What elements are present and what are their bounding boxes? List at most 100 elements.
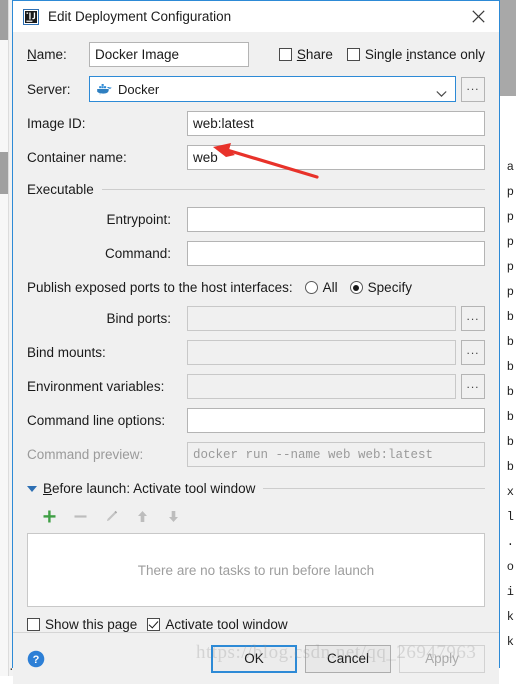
activate-tool-window-checkbox-label: Activate tool window xyxy=(165,617,288,632)
share-checkbox-label: Share xyxy=(296,47,333,62)
dialog-title: Edit Deployment Configuration xyxy=(48,9,232,24)
entrypoint-row: Entrypoint: xyxy=(27,207,485,232)
name-row: Name: Docker Image Share Single instance… xyxy=(27,42,485,67)
share-checkbox[interactable]: Share xyxy=(278,47,333,62)
single-instance-only-checkbox-box xyxy=(346,48,360,61)
backdrop-code-char: p xyxy=(506,210,514,224)
environment-variables-browse-button[interactable]: ... xyxy=(461,374,485,399)
publish-ports-row: Publish exposed ports to the host interf… xyxy=(27,280,485,295)
section-divider xyxy=(101,189,485,190)
single-instance-only-checkbox-label: Single instance only xyxy=(364,47,485,62)
help-icon[interactable]: ? xyxy=(27,650,45,668)
backdrop-code-char: p xyxy=(506,185,514,199)
before-launch-header[interactable]: Before launch: Activate tool window xyxy=(27,481,485,496)
backdrop-code-char: k xyxy=(506,610,514,624)
command-preview-row: Command preview: docker run --name web w… xyxy=(27,442,485,467)
backdrop-code-char: b xyxy=(506,385,514,399)
command-preview-label: Command preview: xyxy=(27,447,144,462)
show-this-page-checkbox-label: Show this page xyxy=(45,617,138,632)
container-name-row: Container name: web xyxy=(27,145,485,170)
server-combobox[interactable]: Docker xyxy=(89,76,456,102)
publish-ports-radio-all[interactable]: All xyxy=(304,280,338,295)
backdrop-code-char: b xyxy=(506,335,514,349)
server-combobox-value: Docker xyxy=(118,81,160,97)
command-input[interactable] xyxy=(187,241,485,266)
backdrop-code-char: p xyxy=(506,285,514,299)
container-name-label: Container name: xyxy=(27,150,127,165)
server-row: Server: Docker ... xyxy=(27,76,485,102)
command-line-options-row: Command line options: xyxy=(27,408,485,433)
container-name-input[interactable]: web xyxy=(187,145,485,170)
section-divider xyxy=(263,488,485,489)
bind-ports-browse-button[interactable]: ... xyxy=(461,306,485,331)
footer-buttons: OK Cancel Apply xyxy=(211,644,485,673)
command-line-options-input[interactable] xyxy=(187,408,485,433)
show-this-page-checkbox-box xyxy=(27,618,40,631)
backdrop-code-char: p xyxy=(506,260,514,274)
server-browse-button[interactable]: ... xyxy=(461,76,485,102)
cancel-button[interactable]: Cancel xyxy=(305,644,391,673)
edit-task-button[interactable] xyxy=(103,508,120,525)
move-down-button[interactable] xyxy=(165,508,182,525)
svg-text:?: ? xyxy=(33,654,40,666)
before-launch-empty-text: There are no tasks to run before launch xyxy=(137,562,375,578)
move-up-button[interactable] xyxy=(134,508,151,525)
backdrop-code-char: b xyxy=(506,360,514,374)
executable-section-title: Executable xyxy=(27,182,94,197)
activate-tool-window-checkbox-box xyxy=(147,618,161,631)
edit-deployment-configuration-dialog: Edit Deployment Configuration Name: Dock… xyxy=(12,0,500,684)
bind-mounts-browse-button[interactable]: ... xyxy=(461,340,485,365)
environment-variables-label: Environment variables: xyxy=(27,379,165,394)
environment-variables-row: Environment variables: ... xyxy=(27,374,485,399)
remove-task-button[interactable] xyxy=(72,508,89,525)
name-input[interactable]: Docker Image xyxy=(89,42,249,67)
bind-mounts-input[interactable] xyxy=(187,340,456,365)
apply-button[interactable]: Apply xyxy=(399,644,485,673)
backdrop-code-char: b xyxy=(506,435,514,449)
environment-variables-input[interactable] xyxy=(187,374,456,399)
backdrop-code-char: o xyxy=(506,560,514,574)
radio-all-box xyxy=(304,281,318,294)
before-launch-task-list[interactable]: There are no tasks to run before launch xyxy=(27,533,485,607)
bottom-checkboxes-row: Show this page Activate tool window xyxy=(27,617,485,632)
intellij-idea-icon xyxy=(23,8,39,25)
executable-section-header: Executable xyxy=(27,182,485,197)
backdrop-code-char: p xyxy=(506,235,514,249)
ok-button[interactable]: OK xyxy=(211,644,297,673)
backdrop-left-chip xyxy=(0,152,8,194)
backdrop-code-char: i xyxy=(506,585,514,599)
collapse-triangle-icon[interactable] xyxy=(27,485,37,492)
share-checkbox-box xyxy=(278,48,292,61)
dialog-titlebar: Edit Deployment Configuration xyxy=(13,1,499,32)
backdrop-code-char: b xyxy=(506,460,514,474)
activate-tool-window-checkbox[interactable]: Activate tool window xyxy=(147,617,288,632)
show-this-page-checkbox[interactable]: Show this page xyxy=(27,617,137,632)
backdrop-code-char: l xyxy=(506,510,514,524)
dialog-body: Name: Docker Image Share Single instance… xyxy=(13,32,499,632)
command-row: Command: xyxy=(27,241,485,266)
entrypoint-input[interactable] xyxy=(187,207,485,232)
publish-ports-label: Publish exposed ports to the host interf… xyxy=(27,280,293,295)
docker-whale-icon xyxy=(96,81,112,97)
add-task-button[interactable] xyxy=(41,508,58,525)
backdrop-code-char: x xyxy=(506,485,514,499)
backdrop-left-chip xyxy=(0,0,8,40)
name-label: Name: xyxy=(27,47,67,62)
backdrop-code-char: . xyxy=(506,535,514,549)
backdrop-code-char: b xyxy=(506,410,514,424)
radio-all-label: All xyxy=(322,280,338,295)
image-id-label: Image ID: xyxy=(27,116,86,131)
single-instance-only-checkbox[interactable]: Single instance only xyxy=(346,47,485,62)
bind-ports-label: Bind ports: xyxy=(106,311,171,326)
bind-mounts-row: Bind mounts: ... xyxy=(27,340,485,365)
before-launch-toolbar xyxy=(27,502,485,533)
close-icon[interactable] xyxy=(457,1,499,32)
chevron-down-icon xyxy=(436,86,447,97)
bind-ports-row: Bind ports: ... xyxy=(27,306,485,331)
backdrop-code-char: a xyxy=(506,160,514,174)
radio-specify-label: Specify xyxy=(367,280,412,295)
image-id-input[interactable]: web:latest xyxy=(187,111,485,136)
publish-ports-radio-specify[interactable]: Specify xyxy=(349,280,412,295)
command-preview-input: docker run --name web web:latest xyxy=(187,442,485,467)
bind-ports-input[interactable] xyxy=(187,306,456,331)
